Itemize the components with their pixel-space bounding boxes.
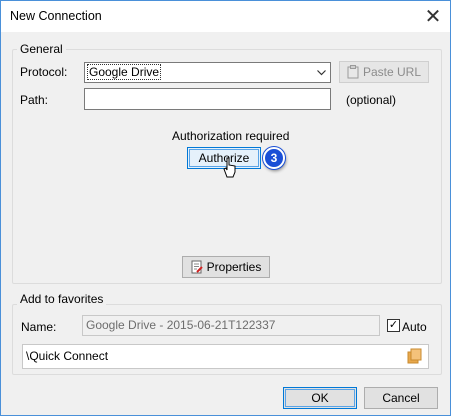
protocol-value: Google Drive <box>86 64 162 80</box>
paste-url-label: Paste URL <box>362 65 422 79</box>
cursor-icon <box>223 157 237 182</box>
favorite-name-input[interactable]: Google Drive - 2015-06-21T122337 <box>82 315 380 336</box>
favorites-folder-field[interactable]: \Quick Connect <box>22 344 429 369</box>
window-title: New Connection <box>10 9 102 23</box>
cancel-label: Cancel <box>382 391 420 405</box>
auto-checkbox[interactable]: ✓ <box>387 319 400 332</box>
properties-button[interactable]: Properties <box>182 256 270 278</box>
paste-url-button[interactable]: Paste URL <box>339 61 429 83</box>
auto-label: Auto <box>402 320 427 334</box>
close-button[interactable]: ✕ <box>416 1 450 32</box>
close-icon: ✕ <box>424 6 442 28</box>
name-label: Name: <box>21 320 57 334</box>
chevron-down-icon <box>313 63 330 82</box>
ok-label: OK <box>311 391 329 405</box>
cancel-button[interactable]: Cancel <box>364 387 438 409</box>
general-group-label: General <box>17 42 66 56</box>
optional-label: (optional) <box>346 93 397 107</box>
new-connection-dialog: New Connection ✕ General Protocol: Googl… <box>0 0 451 416</box>
properties-icon <box>191 260 203 274</box>
protocol-label: Protocol: <box>20 65 68 79</box>
path-input[interactable] <box>84 88 331 110</box>
checkmark-icon: ✓ <box>388 319 399 331</box>
title-bar: New Connection ✕ <box>1 1 450 32</box>
clipboard-icon <box>347 65 359 79</box>
favorites-group-label: Add to favorites <box>17 292 107 306</box>
favorites-folder-value: \Quick Connect <box>26 349 109 363</box>
properties-label: Properties <box>206 260 262 274</box>
folder-icon <box>407 348 423 367</box>
protocol-select[interactable]: Google Drive <box>84 62 331 83</box>
step-badge: 3 <box>263 147 285 169</box>
path-label: Path: <box>20 93 49 107</box>
ok-button[interactable]: OK <box>283 387 357 409</box>
authorization-required-label: Authorization required <box>172 129 290 143</box>
